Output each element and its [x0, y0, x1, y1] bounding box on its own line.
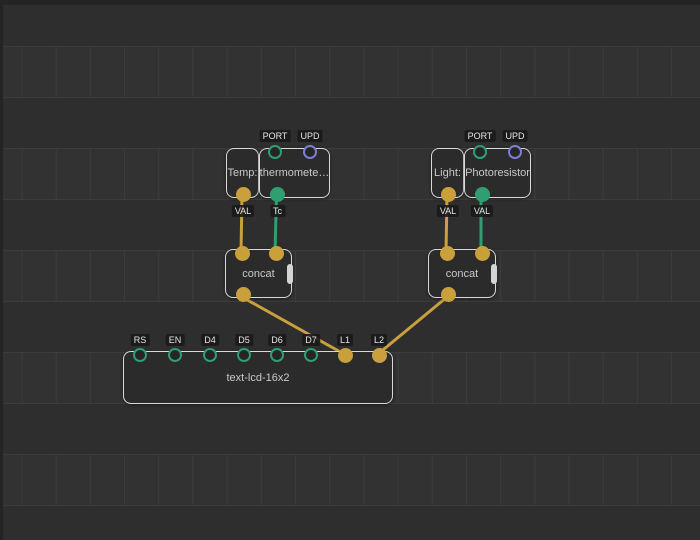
- pin-rs-input[interactable]: [133, 348, 147, 362]
- pin-in2-input[interactable]: [475, 246, 490, 261]
- link-concat-to-lcd-l2[interactable]: [378, 297, 447, 354]
- link-light-to-concat[interactable]: [446, 194, 447, 253]
- node-light-const[interactable]: Light: VAL: [431, 148, 464, 198]
- pin-label-tc: Tc: [270, 205, 285, 217]
- pin-en-input[interactable]: [168, 348, 182, 362]
- pin-port-input[interactable]: [473, 145, 487, 159]
- pin-d5-input[interactable]: [237, 348, 251, 362]
- pin-label-upd: UPD: [297, 130, 322, 142]
- pin-in1-input[interactable]: [440, 246, 455, 261]
- pin-d6-input[interactable]: [270, 348, 284, 362]
- pin-out-output[interactable]: [236, 287, 251, 302]
- pin-in1-input[interactable]: [235, 246, 250, 261]
- node-thermometer[interactable]: thermomete… PORT UPD Tc: [259, 148, 330, 198]
- pin-l2-input[interactable]: [372, 348, 387, 363]
- pin-label-port: PORT: [465, 130, 496, 142]
- pin-label-port: PORT: [260, 130, 291, 142]
- pin-label-d4: D4: [201, 334, 219, 346]
- pin-label-en: EN: [166, 334, 185, 346]
- pin-label-d5: D5: [235, 334, 253, 346]
- pin-label-rs: RS: [131, 334, 150, 346]
- pin-tc-output[interactable]: [270, 187, 285, 202]
- pin-upd-input[interactable]: [508, 145, 522, 159]
- node-label: text-lcd-16x2: [124, 352, 392, 403]
- pin-out-output[interactable]: [441, 287, 456, 302]
- pin-label-l2: L2: [371, 334, 387, 346]
- pin-val-output[interactable]: [441, 187, 456, 202]
- node-concat-right[interactable]: concat: [428, 249, 496, 298]
- links-layer: [0, 0, 700, 540]
- pin-port-input[interactable]: [268, 145, 282, 159]
- variadic-handle[interactable]: [491, 264, 497, 284]
- link-concat-to-lcd-l1[interactable]: [242, 297, 344, 354]
- node-concat-left[interactable]: concat: [225, 249, 292, 298]
- pin-label-val: VAL: [471, 205, 493, 217]
- pin-val-output[interactable]: [236, 187, 251, 202]
- pin-d4-input[interactable]: [203, 348, 217, 362]
- pin-l1-input[interactable]: [338, 348, 353, 363]
- node-temp-const[interactable]: Temp: VAL: [226, 148, 259, 198]
- patch-canvas[interactable]: Temp: VAL thermomete… PORT UPD Tc Light:…: [0, 0, 700, 540]
- pin-d7-input[interactable]: [304, 348, 318, 362]
- pin-val-output[interactable]: [475, 187, 490, 202]
- pin-label-l1: L1: [337, 334, 353, 346]
- pin-upd-input[interactable]: [303, 145, 317, 159]
- pin-label-d6: D6: [268, 334, 286, 346]
- link-temp-to-concat[interactable]: [241, 194, 242, 253]
- node-text-lcd-16x2[interactable]: text-lcd-16x2 RS EN D4 D5 D6 D7 L1 L2: [123, 351, 393, 404]
- pin-label-upd: UPD: [502, 130, 527, 142]
- pin-label-d7: D7: [302, 334, 320, 346]
- node-photoresistor[interactable]: Photoresistor PORT UPD VAL: [464, 148, 531, 198]
- pin-label-val: VAL: [437, 205, 459, 217]
- pin-label-val: VAL: [232, 205, 254, 217]
- variadic-handle[interactable]: [287, 264, 293, 284]
- pin-in2-input[interactable]: [269, 246, 284, 261]
